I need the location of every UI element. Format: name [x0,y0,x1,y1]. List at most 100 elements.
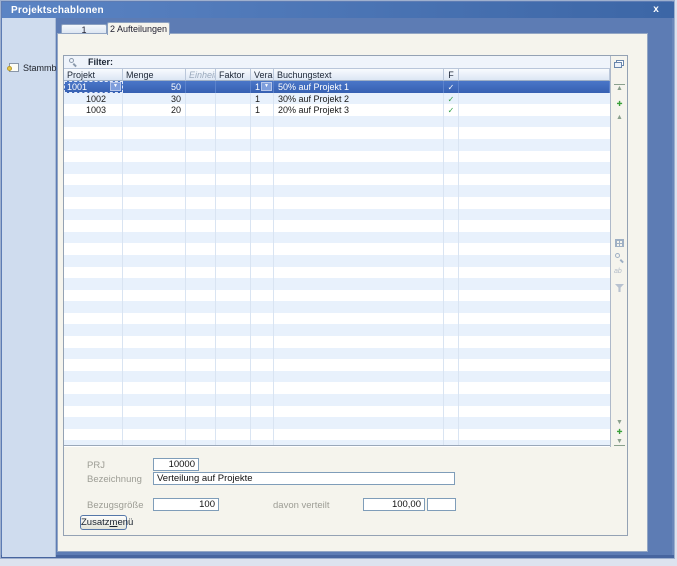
table-row[interactable] [64,359,610,371]
table-row[interactable] [64,197,610,209]
cell-vera [251,127,274,139]
cell-vera [251,139,274,151]
cell-menge: 30 [123,93,186,105]
cell-f [444,301,459,313]
cell-vera [251,313,274,325]
cell-f [444,440,459,446]
table-row[interactable] [64,406,610,418]
table-row[interactable] [64,255,610,267]
cell-f: ✓ [444,81,459,93]
column-header[interactable]: Buchungstext [274,69,444,81]
cell-filler [459,324,610,336]
table-row[interactable] [64,301,610,313]
bezugsgroesse-field[interactable] [153,498,219,511]
davon-verteilt-field[interactable] [363,498,425,511]
cell-vera [251,371,274,383]
bezeichnung-field[interactable] [153,472,455,485]
table-row[interactable] [64,324,610,336]
column-header[interactable]: Vera [251,69,274,81]
table-row[interactable] [64,382,610,394]
cell-faktor [216,151,251,163]
column-header[interactable]: Faktor [216,69,251,81]
cell-projekt [64,232,123,244]
grid-view-icon[interactable] [615,239,624,247]
table-row[interactable] [64,371,610,383]
cell-buchungstext [274,209,444,221]
cell-menge [123,382,186,394]
vera-dropdown-button[interactable]: ▼ [261,82,272,91]
scroll-down-icon[interactable]: ▼ [614,419,625,426]
cell-buchungstext [274,348,444,360]
cell-filler [459,81,610,93]
cell-projekt [64,336,123,348]
cell-vera [251,185,274,197]
cell-faktor [216,81,251,93]
table-row[interactable] [64,139,610,151]
cell-f [444,359,459,371]
cell-buchungstext [274,116,444,128]
cell-vera [251,348,274,360]
cell-buchungstext [274,382,444,394]
table-row[interactable] [64,174,610,186]
column-header[interactable]: F [444,69,459,81]
davon-verteilt-extra-field[interactable] [427,498,456,511]
cell-f [444,139,459,151]
table-row[interactable] [64,162,610,174]
table-row[interactable] [64,313,610,325]
filter-funnel-icon[interactable] [615,284,624,292]
cell-f [444,406,459,418]
table-row[interactable]: 1001▼501▼50% auf Projekt 1✓ [64,81,610,93]
cell-projekt [64,127,123,139]
table-row[interactable] [64,290,610,302]
table-row[interactable] [64,417,610,429]
table-row[interactable] [64,440,610,446]
grid-header: ProjektMengeEinheitFaktorVeraBuchungstex… [64,69,610,81]
cell-einheit [186,104,216,116]
column-header[interactable]: Einheit [186,69,216,81]
zusatzmenu-button[interactable]: Zusatzmenü [80,515,127,530]
table-row[interactable] [64,336,610,348]
cell-einheit [186,429,216,441]
filter-bar[interactable]: Filter: [64,56,610,69]
column-header[interactable]: Projekt [64,69,123,81]
table-row[interactable] [64,243,610,255]
table-row[interactable]: 100230130% auf Projekt 2✓ [64,93,610,105]
cell-faktor [216,324,251,336]
append-row-icon[interactable]: ✚ [614,428,625,436]
table-row[interactable] [64,151,610,163]
column-header[interactable]: Menge [123,69,186,81]
cell-vera [251,301,274,313]
cell-vera [251,243,274,255]
table-row[interactable] [64,267,610,279]
table-row[interactable] [64,348,610,360]
table-row[interactable] [64,220,610,232]
cell-vera: 1 [251,93,274,105]
zoom-search-icon[interactable] [615,253,624,262]
table-row[interactable] [64,394,610,406]
tab-aufteilungen[interactable]: 2 Aufteilungen [107,22,170,35]
cell-faktor [216,127,251,139]
table-row[interactable] [64,185,610,197]
table-row[interactable]: 100320120% auf Projekt 3✓ [64,104,610,116]
scroll-first-icon[interactable]: ▲ [614,84,625,92]
table-row[interactable] [64,232,610,244]
cell-projekt [64,313,123,325]
table-row[interactable] [64,209,610,221]
table-row[interactable] [64,127,610,139]
column-chooser-icon[interactable] [614,60,625,69]
insert-row-icon[interactable]: ✚ [614,100,625,108]
table-row[interactable] [64,116,610,128]
prj-field[interactable] [153,458,199,471]
projekt-dropdown-button[interactable]: ▼ [110,82,121,91]
ab-sort-icon[interactable]: ab [614,268,622,275]
scroll-last-icon[interactable]: ▼ [614,438,625,446]
cell-menge [123,139,186,151]
close-icon[interactable]: x [649,4,663,17]
cell-menge [123,406,186,418]
table-row[interactable] [64,278,610,290]
cell-projekt [64,429,123,441]
cell-filler [459,440,610,446]
table-row[interactable] [64,429,610,441]
cell-einheit [186,93,216,105]
scroll-up-icon[interactable]: ▲ [614,114,625,121]
